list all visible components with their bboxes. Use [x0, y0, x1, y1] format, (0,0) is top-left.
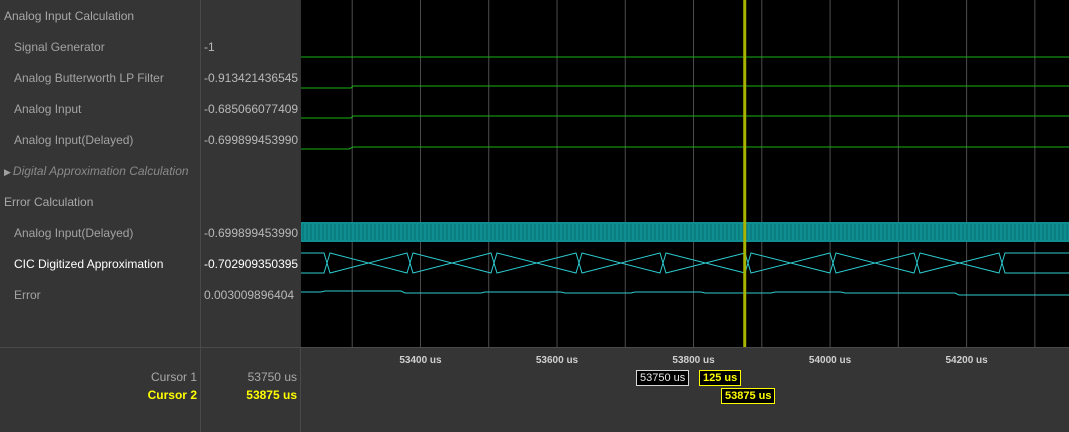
signal-row[interactable]: Analog Input(Delayed)	[0, 218, 214, 249]
signal-value-text: -0.699899453990	[204, 226, 299, 240]
signal-name: Error	[14, 288, 41, 302]
signal-name: Signal Generator	[14, 40, 105, 54]
signal-row[interactable]: Signal Generator	[0, 32, 214, 63]
signal-row[interactable]: Analog Input	[0, 94, 214, 125]
butterworth-filter-trace	[301, 85, 1069, 89]
cursor-1-value: 53750 us	[247, 370, 297, 384]
signal-value-text: 0.003009896404	[204, 288, 295, 302]
cursor-2-time-tag[interactable]: 53875 us	[721, 388, 776, 404]
time-tick-label: 54000 us	[808, 355, 852, 366]
column-divider[interactable]	[300, 348, 301, 432]
signal-name: Digital Approximation Calculation	[12, 164, 189, 178]
signal-name: Analog Input(Delayed)	[14, 133, 134, 147]
signal-value	[201, 187, 300, 218]
signal-value: -0.699899453990	[201, 218, 300, 249]
signal-value-text: -0.685066077409	[204, 102, 299, 116]
signal-row[interactable]: Analog Butterworth LP Filter	[0, 63, 214, 94]
cursor-1-time-tag[interactable]: 53750 us	[636, 370, 690, 386]
signal-group-row[interactable]: Analog Input Calculation	[0, 1, 204, 32]
signal-name: Analog Input	[14, 102, 82, 116]
cursor-delta-tag: 125 us	[699, 370, 742, 386]
signal-value-text: -0.913421436545	[204, 71, 299, 85]
signal-value-text: -0.702909350395	[204, 257, 299, 271]
cursor-2-label: Cursor 2	[147, 388, 197, 402]
signal-value	[201, 1, 300, 32]
signal-names-panel: Analog Input Calculation Signal Generator…	[0, 0, 201, 347]
waveform-canvas[interactable]	[301, 0, 1069, 347]
signal-name: Error Calculation	[4, 195, 94, 209]
signal-group-row[interactable]: Error Calculation	[0, 187, 204, 218]
signal-value: -1	[201, 32, 300, 63]
time-tick-label: 53400 us	[399, 355, 442, 366]
signal-row[interactable]: Error	[0, 280, 214, 311]
signal-row[interactable]: CIC Digitized Approximation	[0, 249, 214, 280]
cursor-2-value: 53875 us	[246, 388, 297, 402]
cursor-1-label: Cursor 1	[150, 370, 197, 384]
signal-row[interactable]: Analog Input(Delayed)	[0, 125, 214, 156]
time-tick-label: 54200 us	[945, 355, 988, 366]
signal-value: 0.003009896404	[201, 280, 300, 311]
cic-bus-edge-bottom	[301, 252, 1069, 274]
signal-value: -0.913421436545	[201, 63, 300, 94]
signal-value: -0.699899453990	[201, 125, 300, 156]
signal-name: Analog Input(Delayed)	[14, 226, 134, 240]
analog-input-trace	[301, 115, 1069, 119]
signal-value: -0.702909350395	[201, 249, 300, 280]
time-axis-area: 53400 us 53600 us 53800 us 54000 us 54200 us…	[0, 347, 1069, 432]
signal-name: Analog Input Calculation	[4, 9, 135, 23]
error-trace	[301, 290, 1069, 296]
time-tick-label: 53600 us	[535, 355, 579, 366]
time-tick-label: 53800 us	[672, 355, 715, 366]
signal-values-panel: -1 -0.913421436545 -0.685066077409 -0.69989…	[201, 0, 300, 347]
signal-value: -0.685066077409	[201, 94, 300, 125]
signal-value	[201, 156, 300, 187]
signal-value-text: -1	[204, 40, 215, 54]
signal-name: Analog Butterworth LP Filter	[14, 71, 164, 85]
analog-input-delayed-trace	[301, 146, 1069, 150]
cic-bus-edge-top	[301, 252, 1069, 274]
waveform-plot[interactable]	[301, 0, 1069, 347]
signal-name: CIC Digitized Approximation	[14, 257, 164, 271]
dense-bus-trace	[301, 222, 1069, 242]
expand-arrow-icon[interactable]: ▶	[4, 167, 11, 177]
signal-value-text: -0.699899453990	[204, 133, 299, 147]
collapsed-group-row[interactable]: ▶ Digital Approximation Calculation	[0, 156, 204, 187]
